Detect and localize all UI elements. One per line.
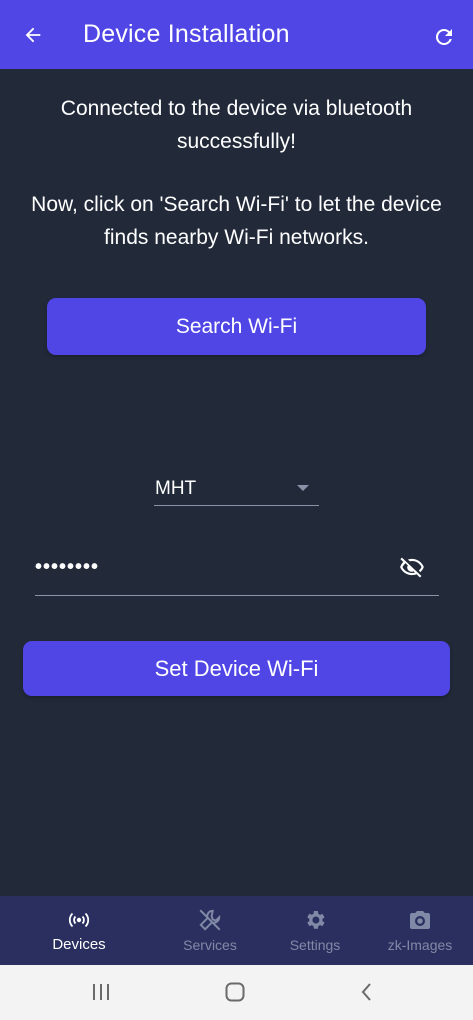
nav-item-settings[interactable]: Settings <box>275 896 355 965</box>
bottom-navigation: Devices Services Settings zk-Images <box>0 896 473 965</box>
gear-icon <box>302 907 328 933</box>
dropdown-arrow-icon <box>297 485 309 491</box>
nav-item-zk-images[interactable]: zk-Images <box>380 896 460 965</box>
set-device-wifi-button[interactable]: Set Device Wi-Fi <box>23 641 450 696</box>
broadcast-icon <box>66 907 92 933</box>
network-dropdown[interactable]: MHT <box>154 473 319 506</box>
camera-icon <box>407 907 433 933</box>
status-message: Connected to the device via bluetooth su… <box>60 97 413 153</box>
eye-off-icon[interactable] <box>399 554 425 580</box>
instruction-message: Now, click on 'Search Wi-Fi' to let the … <box>31 193 442 249</box>
system-navigation-bar <box>0 965 473 1020</box>
app-bar: Device Installation <box>0 0 473 69</box>
arrow-left-icon <box>25 27 41 43</box>
password-value: •••••••• <box>35 556 100 578</box>
nav-item-services[interactable]: Services <box>170 896 250 965</box>
network-selected-value: MHT <box>155 478 197 499</box>
nav-label-zk-images: zk-Images <box>387 937 453 953</box>
back-system-icon[interactable] <box>352 979 382 1005</box>
page-title: Device Installation <box>83 20 290 48</box>
home-icon[interactable] <box>220 979 250 1005</box>
refresh-icon <box>436 28 452 45</box>
nav-label-devices: Devices <box>52 936 106 953</box>
recent-apps-icon[interactable] <box>86 979 116 1005</box>
nav-label-settings: Settings <box>289 937 341 953</box>
password-field[interactable]: •••••••• <box>35 548 439 596</box>
back-button[interactable] <box>18 20 48 50</box>
tools-icon <box>197 907 223 933</box>
search-wifi-button[interactable]: Search Wi-Fi <box>47 298 426 355</box>
refresh-button[interactable] <box>429 22 459 52</box>
nav-label-services: Services <box>183 937 237 953</box>
nav-item-devices[interactable]: Devices <box>39 896 119 965</box>
